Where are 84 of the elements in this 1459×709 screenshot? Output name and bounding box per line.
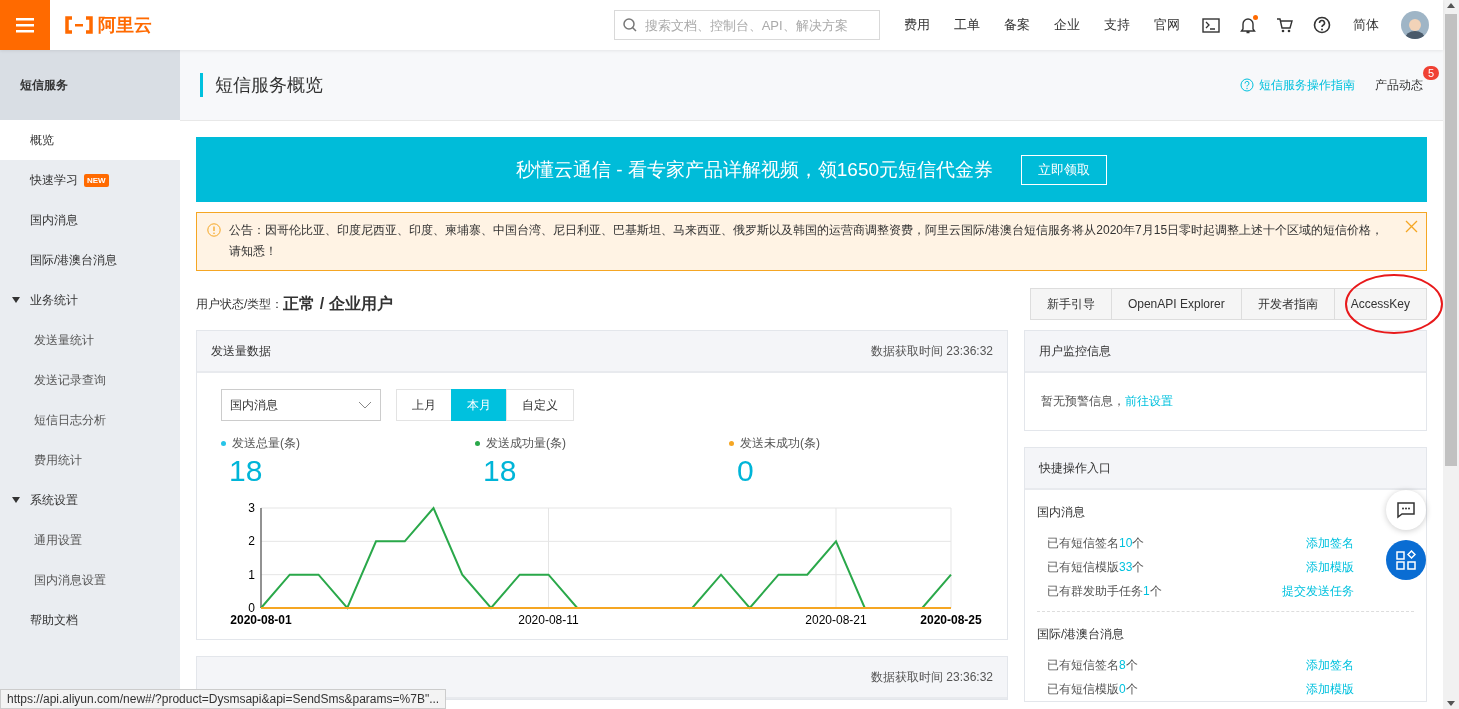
sidebar-subitem[interactable]: 短信日志分析 <box>0 400 180 440</box>
sidebar-item[interactable]: 国际/港澳台消息 <box>0 240 180 280</box>
monitor-text: 暂无预警信息， <box>1041 394 1125 408</box>
quick-button[interactable]: 新手引导 <box>1029 288 1112 320</box>
period-tab[interactable]: 上月 <box>396 389 452 421</box>
sidebar-item[interactable]: 国内消息 <box>0 200 180 240</box>
y-tick-label: 1 <box>248 567 255 582</box>
y-tick-label: 3 <box>248 501 255 515</box>
sidebar-item[interactable]: 帮助文档 <box>0 600 180 640</box>
search-icon <box>623 18 637 32</box>
search-field[interactable]: 搜索文档、控制台、API、解决方案 <box>614 10 880 40</box>
help-icon <box>1240 78 1254 92</box>
x-tick-label: 2020-08-11 <box>518 613 579 627</box>
avatar[interactable] <box>1401 11 1429 39</box>
fetch-time: 数据获取时间 23:36:32 <box>870 668 993 686</box>
nav-link[interactable]: 支持 <box>1092 16 1142 34</box>
quick-button[interactable]: OpenAPI Explorer <box>1110 288 1242 320</box>
sidebar-subitem[interactable]: 发送记录查询 <box>0 360 180 400</box>
count-text: 已有群发助手任务1个 <box>1047 582 1162 600</box>
cart-icon[interactable] <box>1276 17 1293 33</box>
terminal-icon[interactable] <box>1202 17 1220 33</box>
logo-text: 阿里云 <box>98 14 152 37</box>
caret-icon <box>12 497 20 503</box>
panel-title: 快捷操作入口 <box>1039 459 1111 477</box>
section-title: 国际/港澳台消息 <box>1037 626 1125 643</box>
message-type-select[interactable]: 国内消息 <box>221 389 381 421</box>
sidebar-item[interactable]: 快速学习 NEW <box>0 160 180 200</box>
y-tick-label: 0 <box>248 601 255 615</box>
chat-icon <box>1396 501 1416 519</box>
language-link[interactable]: 简体 <box>1341 16 1391 34</box>
chevron-icon <box>358 401 372 409</box>
x-tick-label: 2020-08-01 <box>230 613 292 627</box>
panel-title: 用户监控信息 <box>1039 342 1111 360</box>
sidebar-group[interactable]: 业务统计 <box>0 280 180 320</box>
y-tick-label: 2 <box>248 534 255 549</box>
caret-icon <box>12 297 20 303</box>
scrollbar[interactable] <box>1443 0 1459 709</box>
stat-label: 发送未成功(条) <box>740 435 820 452</box>
sidebar-subitem[interactable]: 国内消息设置 <box>0 560 180 600</box>
stat-value: 18 <box>229 454 264 488</box>
count-text: 已有短信模版0个 <box>1047 680 1138 698</box>
sidebar-title: 短信服务 <box>0 50 180 120</box>
status-value: 正常 / 企业用户 <box>283 293 393 314</box>
fetch-time: 数据获取时间 23:36:32 <box>870 342 993 360</box>
count-text: 已有短信签名 10个 <box>1047 534 1145 552</box>
stat-value: 18 <box>483 454 518 488</box>
sidebar-subitem[interactable]: 通用设置 <box>0 520 180 560</box>
logo-icon <box>64 16 94 34</box>
sidebar-subitem[interactable]: 费用统计 <box>0 440 180 480</box>
nav-link[interactable]: 备案 <box>992 16 1042 34</box>
x-tick-label: 2020-08-25 <box>920 613 982 627</box>
scroll-down-icon[interactable] <box>1447 701 1455 706</box>
count-badge: 5 <box>1422 65 1439 80</box>
stat-label: 发送总量(条) <box>232 435 300 452</box>
bell-icon[interactable] <box>1240 16 1256 34</box>
info-icon <box>207 223 221 237</box>
new-badge: NEW <box>84 173 109 187</box>
nav-link[interactable]: 企业 <box>1042 16 1092 34</box>
sidebar-group[interactable]: 系统设置 <box>0 480 180 520</box>
section-title: 国内消息 <box>1037 504 1085 521</box>
count-text: 已有短信模版33个 <box>1047 558 1145 576</box>
stat-label: 发送成功量(条) <box>486 435 566 452</box>
nav-link[interactable]: 费用 <box>892 16 942 34</box>
menu-button[interactable] <box>0 0 50 50</box>
stat-value: 0 <box>737 454 755 488</box>
count-text: 已有短信签名8个 <box>1047 656 1138 674</box>
nav-link[interactable]: 工单 <box>942 16 992 34</box>
sidebar-subitem[interactable]: 发送量统计 <box>0 320 180 360</box>
x-tick-label: 2020-08-21 <box>805 613 867 627</box>
panel-title: 发送量数据 <box>211 342 271 360</box>
page-title: 短信服务概览 <box>200 73 323 97</box>
notice-text: 公告：因哥伦比亚、印度尼西亚、印度、柬埔寨、中国台湾、尼日利亚、巴基斯坦、马来西亚、俄罗斯以及韩国的运营商调整资费，阿里云国际/港澳台短信服务将从2020年7月15日零时起调整上述十个区域的短信价格，请知悉！ <box>229 223 1384 258</box>
quick-button[interactable]: AccessKey <box>1333 288 1427 320</box>
status-label: 用户状态/类型： <box>196 295 284 313</box>
quick-button[interactable]: 开发者指南 <box>1240 288 1335 320</box>
banner-text: 秒懂云通信 - 看专家产品详解视频，领1650元短信代金券 <box>515 157 994 182</box>
scroll-up-icon[interactable] <box>1447 3 1455 8</box>
menu-icon <box>16 17 34 33</box>
status-bar-url: https://api.aliyun.com/new#/?product=Dysmsapi&api=SendSms&params=%7B"... <box>0 689 447 709</box>
period-tab[interactable]: 自定义 <box>506 389 574 421</box>
nav-link[interactable]: 官网 <box>1142 16 1192 34</box>
sidebar-item[interactable]: 概览 <box>0 120 180 160</box>
help-icon[interactable] <box>1313 16 1331 34</box>
apps-icon <box>1396 550 1416 570</box>
